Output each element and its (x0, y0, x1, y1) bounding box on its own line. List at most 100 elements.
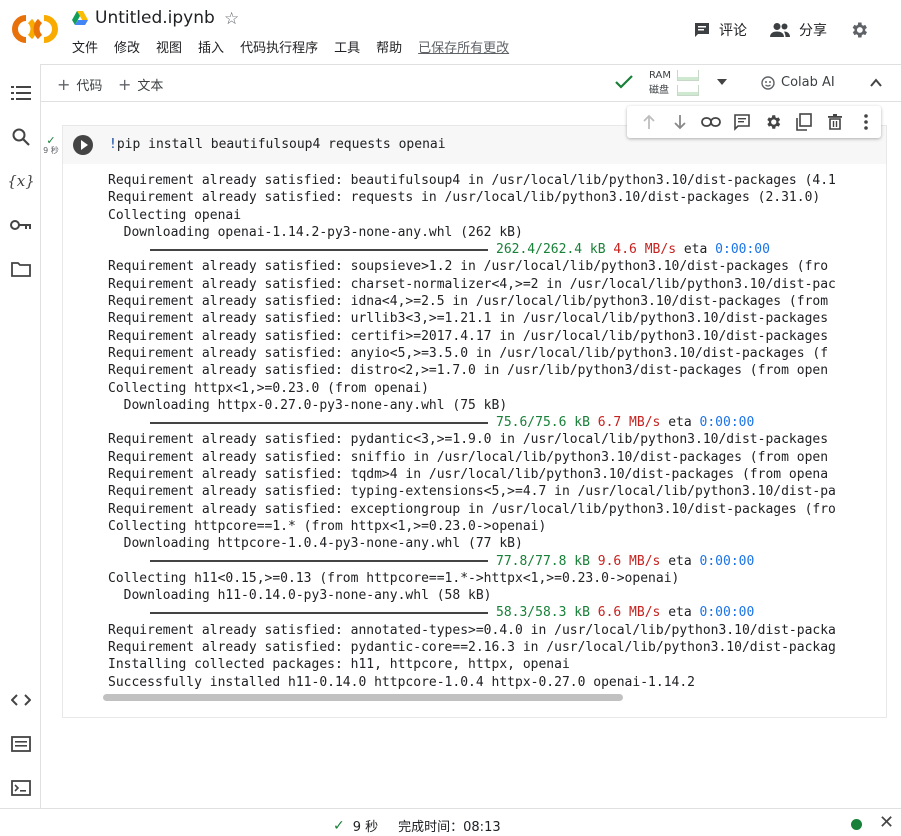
horizontal-scrollbar[interactable] (103, 694, 623, 701)
output-line: Requirement already satisfied: typing-ex… (108, 484, 836, 500)
terminal-icon[interactable] (9, 776, 33, 800)
ram-label: RAM (649, 70, 672, 81)
progress-size: 75.6/75.6 kB (496, 415, 590, 431)
notebook-toolbar: + 代码 + 文本 RAM 磁盘 Colab AI (41, 64, 901, 102)
output-line: Requirement already satisfied: tqdm>4 in… (108, 467, 829, 483)
output-line: Downloading openai-1.14.2-py3-none-any.w… (108, 224, 523, 240)
output-line: Successfully installed h11-0.14.0 httpco… (108, 674, 695, 690)
menu-help[interactable]: 帮助 (376, 40, 402, 58)
ram-bar (677, 70, 699, 81)
progress-bar (150, 560, 488, 563)
google-drive-icon[interactable] (72, 11, 88, 25)
code-snippets-icon[interactable] (9, 688, 33, 712)
disk-label: 磁盘 (649, 85, 669, 96)
progress-eta-label: eta (668, 553, 692, 569)
progress-speed: 6.7 MB/s (597, 415, 661, 431)
progress-line: 75.6/75.6 kB 6.7 MB/s eta 0:00:00 (108, 414, 836, 431)
colab-ai-icon (761, 75, 775, 90)
chevron-down-icon[interactable] (716, 78, 728, 86)
code-line[interactable]: !pip install beautifulsoup4 requests ope… (109, 137, 446, 152)
left-rail: {x} (0, 64, 41, 808)
plus-icon: + (118, 74, 132, 94)
link-icon[interactable] (695, 110, 726, 134)
progress-speed: 4.6 MB/s (613, 242, 677, 258)
progress-size: 262.4/262.4 kB (496, 242, 606, 258)
saved-status-link[interactable]: 已保存所有更改 (418, 40, 509, 58)
menu-tools[interactable]: 工具 (334, 40, 360, 58)
close-icon[interactable]: ✕ (879, 813, 894, 833)
header-actions: 评论 分享 (671, 20, 877, 40)
plus-icon: + (57, 74, 71, 94)
output-text: Requirement already satisfied: beautiful… (108, 172, 836, 691)
people-icon (770, 23, 790, 37)
output-line: Requirement already satisfied: idna<4,>=… (108, 294, 829, 310)
output-line: Requirement already satisfied: charset-n… (108, 276, 836, 292)
output-line: Requirement already satisfied: certifi>=… (108, 328, 829, 344)
command-palette-icon[interactable] (9, 732, 33, 756)
progress-eta-label: eta (683, 242, 708, 258)
settings-button[interactable] (849, 20, 877, 40)
output-line: Downloading h11-0.14.0-py3-none-any.whl … (108, 588, 492, 604)
progress-line: 58.3/58.3 kB 6.6 MB/s eta 0:00:00 (108, 604, 836, 621)
colab-ai-label: Colab AI (781, 75, 835, 90)
progress-speed: 6.6 MB/s (597, 605, 661, 621)
output-line: Collecting h11<0.15,>=0.13 (from httpcor… (108, 570, 680, 586)
output-line: Requirement already satisfied: urllib3<3… (108, 311, 829, 327)
colab-ai-button[interactable]: Colab AI (761, 75, 835, 90)
run-cell-button[interactable] (73, 135, 93, 155)
menu-runtime[interactable]: 代码执行程序 (240, 40, 318, 58)
comment-icon[interactable] (726, 110, 757, 134)
connection-status-dot (851, 819, 862, 830)
progress-line: 262.4/262.4 kB 4.6 MB/s eta 0:00:00 (108, 241, 836, 258)
star-icon[interactable]: ☆ (224, 9, 239, 29)
gear-icon[interactable] (757, 110, 788, 134)
output-line: Requirement already satisfied: distro<2,… (108, 363, 829, 379)
execution-status: ✓ 9 秒 (42, 135, 60, 156)
resource-monitor[interactable]: RAM 磁盘 (649, 68, 699, 98)
menu-file[interactable]: 文件 (72, 40, 98, 58)
output-line: Collecting httpx<1,>=0.23.0 (from openai… (108, 380, 429, 396)
comment-label: 评论 (719, 23, 747, 39)
execution-time: 9 秒 (43, 146, 59, 155)
chevron-up-icon[interactable] (869, 76, 883, 90)
status-check-icon: ✓ (333, 817, 345, 834)
colab-logo-icon[interactable] (12, 12, 58, 46)
execution-check-icon: ✓ (46, 134, 56, 147)
mirror-cell-icon[interactable] (788, 110, 819, 134)
move-down-icon[interactable] (664, 110, 695, 134)
cell-output: Requirement already satisfied: beautiful… (63, 164, 886, 705)
output-line: Installing collected packages: h11, http… (108, 657, 570, 673)
move-up-icon[interactable] (633, 110, 664, 134)
folder-icon[interactable] (9, 257, 33, 281)
progress-size: 77.8/77.8 kB (496, 553, 590, 569)
notebook-title[interactable]: Untitled.ipynb (95, 8, 215, 28)
menu-edit[interactable]: 修改 (114, 40, 140, 58)
more-options-icon[interactable] (850, 110, 881, 134)
add-text-button[interactable]: + 文本 (118, 75, 163, 94)
add-text-label: 文本 (137, 79, 164, 94)
shell-prefix: ! (109, 137, 117, 152)
delete-icon[interactable] (819, 110, 850, 134)
table-of-contents-icon[interactable] (9, 81, 33, 105)
comment-button[interactable]: 评论 (693, 20, 747, 40)
output-line: Requirement already satisfied: sniffio i… (108, 449, 829, 465)
progress-eta-label: eta (668, 415, 692, 431)
menu-insert[interactable]: 插入 (198, 40, 224, 58)
progress-eta: 0:00:00 (715, 242, 770, 258)
menu-view[interactable]: 视图 (156, 40, 182, 58)
add-code-button[interactable]: + 代码 (57, 75, 102, 94)
output-line: Requirement already satisfied: soupsieve… (108, 259, 829, 275)
secrets-key-icon[interactable] (9, 213, 33, 237)
variables-icon[interactable]: {x} (7, 169, 35, 193)
output-line: Downloading httpcore-1.0.4-py3-none-any.… (108, 536, 523, 552)
search-icon[interactable] (9, 125, 33, 149)
progress-eta: 0:00:00 (699, 415, 755, 431)
progress-speed: 9.6 MB/s (597, 553, 661, 569)
execution-summary[interactable]: ✓ 9 秒 完成时间：08:13 (333, 816, 501, 836)
output-line: Requirement already satisfied: annotated… (108, 622, 836, 638)
code-cell[interactable]: !pip install beautifulsoup4 requests ope… (62, 125, 887, 718)
output-line: Collecting openai (108, 207, 242, 223)
share-button[interactable]: 分享 (769, 20, 827, 40)
progress-line: 77.8/77.8 kB 9.6 MB/s eta 0:00:00 (108, 553, 836, 570)
status-bar: ✓ 9 秒 完成时间：08:13 ✕ (0, 808, 901, 836)
